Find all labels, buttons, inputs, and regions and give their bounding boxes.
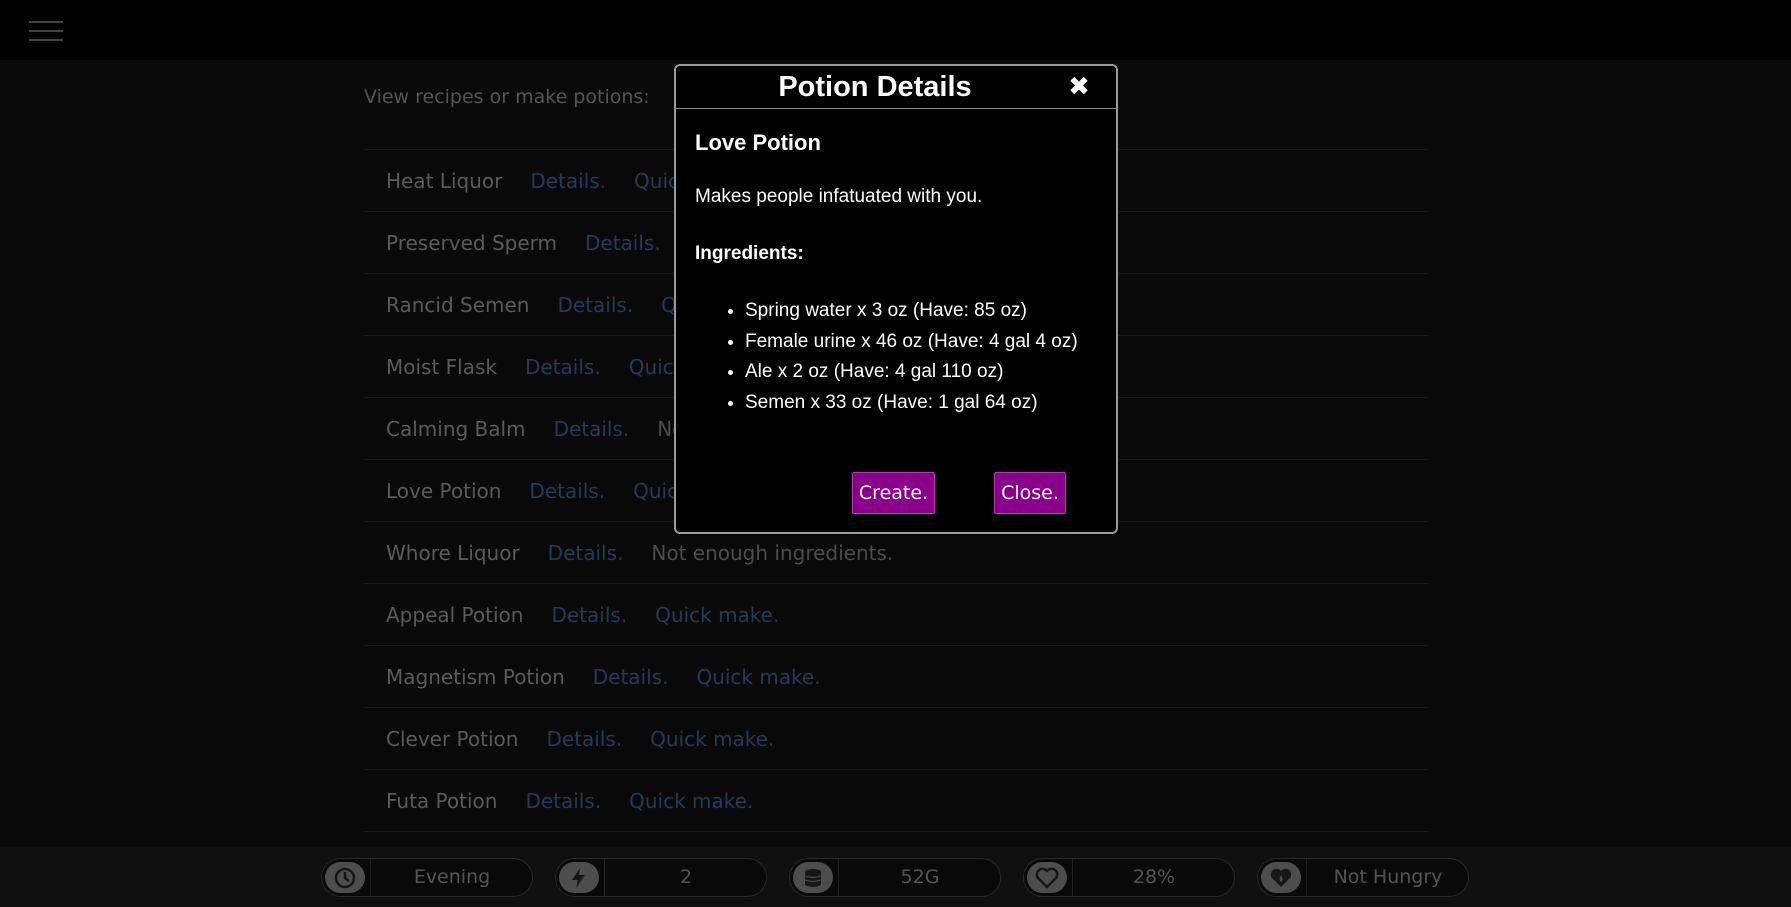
- potion-description: Makes people infatuated with you.: [695, 186, 983, 207]
- close-icon[interactable]: ✖: [1064, 72, 1094, 102]
- ingredients-list: Spring water x 3 oz (Have: 85 oz)Female …: [695, 296, 1078, 418]
- ingredients-heading: Ingredients:: [695, 243, 804, 264]
- close-button[interactable]: Close.: [994, 472, 1066, 514]
- create-button[interactable]: Create.: [852, 472, 935, 514]
- dialog-title: Potion Details: [778, 71, 972, 103]
- dialog-header: Potion Details ✖: [676, 66, 1116, 109]
- game-screen: View recipes or make potions: Heat Liquo…: [0, 0, 1791, 907]
- ingredient-item: Ale x 2 oz (Have: 4 gal 110 oz): [745, 357, 1078, 388]
- potion-details-dialog: Potion Details ✖ Love Potion Makes peopl…: [674, 64, 1118, 534]
- ingredient-item: Semen x 33 oz (Have: 1 gal 64 oz): [745, 388, 1078, 419]
- ingredient-item: Spring water x 3 oz (Have: 85 oz): [745, 296, 1078, 327]
- potion-name: Love Potion: [695, 130, 821, 155]
- ingredient-item: Female urine x 46 oz (Have: 4 gal 4 oz): [745, 327, 1078, 358]
